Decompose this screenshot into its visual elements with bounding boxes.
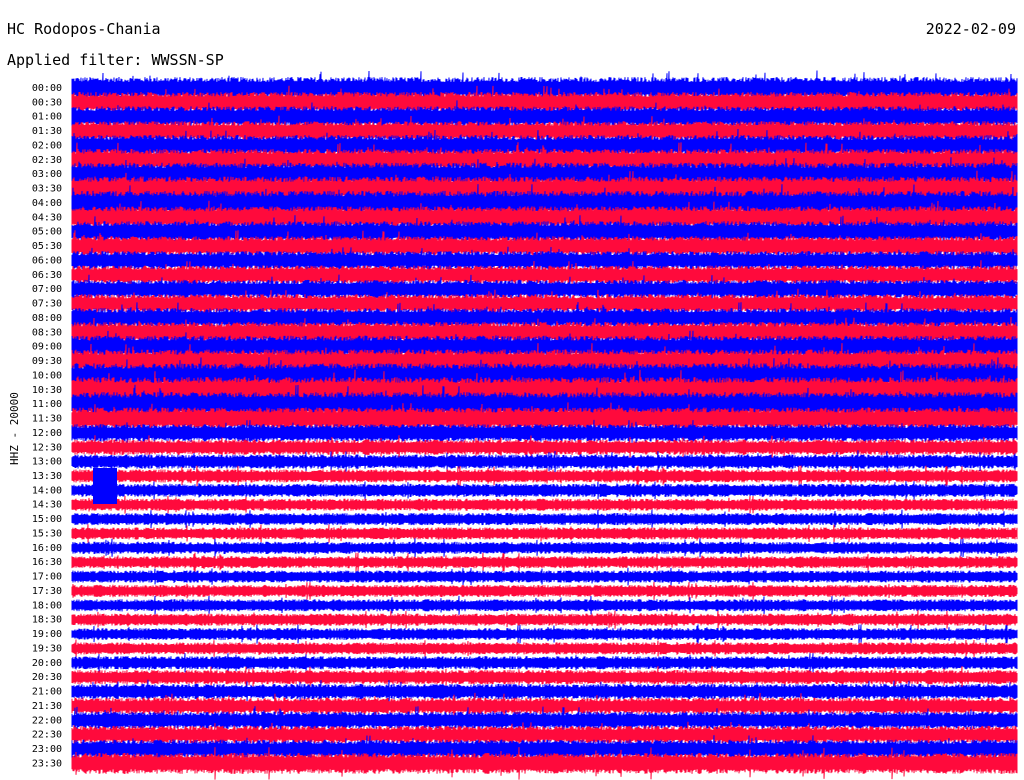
time-tick-label: 13:00 <box>32 457 62 468</box>
time-tick-label: 06:00 <box>32 255 62 266</box>
time-tick-label: 01:30 <box>32 126 62 137</box>
time-tick-label: 16:00 <box>32 543 62 554</box>
time-tick-label: 09:00 <box>32 342 62 353</box>
time-tick-label: 08:00 <box>32 313 62 324</box>
time-tick-label: 13:30 <box>32 471 62 482</box>
trace-row <box>71 495 1018 514</box>
time-tick-label: 06:30 <box>32 270 62 281</box>
helicorder-plot: 00:00 00:30 01:00 01:30 02:00 02:30 03:00 03:30… <box>32 70 1018 780</box>
trace-row <box>71 538 1018 558</box>
time-tick-label: 10:30 <box>32 385 62 396</box>
time-tick-label: 03:00 <box>32 169 62 180</box>
time-tick-label: 20:30 <box>32 672 62 683</box>
time-tick-label: 14:30 <box>32 500 62 511</box>
time-tick-label: 18:00 <box>32 600 62 611</box>
time-tick-label: 17:30 <box>32 586 62 597</box>
trace-row <box>71 567 1018 586</box>
time-tick-label: 23:30 <box>32 758 62 769</box>
time-tick-label: 14:00 <box>32 485 62 496</box>
trace-row <box>71 481 1018 500</box>
time-tick-label: 19:00 <box>32 629 62 640</box>
time-tick-label: 00:00 <box>32 83 62 94</box>
time-tick-label: 11:30 <box>32 414 62 425</box>
time-tick-label: 04:00 <box>32 198 62 209</box>
time-tick-label: 22:30 <box>32 730 62 741</box>
time-tick-label: 20:00 <box>32 658 62 669</box>
time-tick-label: 04:30 <box>32 212 62 223</box>
time-tick-label: 16:30 <box>32 557 62 568</box>
trace-row <box>71 581 1018 600</box>
time-tick-label: 07:00 <box>32 284 62 295</box>
time-tick-label: 05:00 <box>32 227 62 238</box>
time-tick-label: 03:30 <box>32 184 62 195</box>
event-burst <box>93 467 117 504</box>
time-tick-label: 12:00 <box>32 428 62 439</box>
time-tick-label: 18:30 <box>32 615 62 626</box>
time-tick-label: 22:00 <box>32 715 62 726</box>
time-tick-label: 08:30 <box>32 327 62 338</box>
time-tick-label: 12:30 <box>32 442 62 453</box>
time-tick-label: 05:30 <box>32 241 62 252</box>
time-tick-label: 11:00 <box>32 399 62 410</box>
trace-row <box>71 610 1018 630</box>
time-tick-label: 00:30 <box>32 97 62 108</box>
time-tick-label: 07:30 <box>32 299 62 310</box>
time-tick-label: 21:30 <box>32 701 62 712</box>
trace-row <box>71 465 1018 487</box>
time-tick-label: 23:00 <box>32 744 62 755</box>
time-tick-label: 17:00 <box>32 572 62 583</box>
time-tick-label: 15:00 <box>32 514 62 525</box>
trace-row <box>71 552 1018 572</box>
trace-row <box>71 595 1018 615</box>
time-tick-label: 02:30 <box>32 155 62 166</box>
time-tick-label: 19:30 <box>32 643 62 654</box>
time-tick-label: 02:00 <box>32 140 62 151</box>
trace-row <box>71 524 1018 543</box>
time-tick-label: 01:00 <box>32 112 62 123</box>
time-tick-label: 10:00 <box>32 370 62 381</box>
trace-row <box>71 639 1018 658</box>
time-tick-label: 21:00 <box>32 687 62 698</box>
trace-row <box>71 509 1018 529</box>
time-tick-label: 09:30 <box>32 356 62 367</box>
time-tick-label: 15:30 <box>32 528 62 539</box>
